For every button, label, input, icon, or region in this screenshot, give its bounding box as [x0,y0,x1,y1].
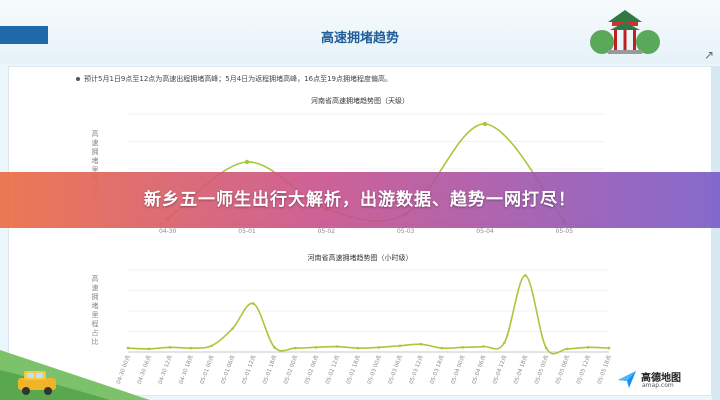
chart-title-daily: 河南省高速拥堵趋势图（天级） [311,97,409,105]
side-strip [712,66,720,400]
amap-logo-icon [618,371,636,388]
x-tick-label: 05-01 06点 [220,354,237,385]
data-point [189,346,193,350]
x-tick-label: 05-05 12点 [575,354,592,385]
x-tick-label: 05-03 18点 [429,354,446,385]
data-point [273,346,276,349]
data-point [252,302,255,305]
bullet-icon [76,77,80,81]
pavilion-icon [590,10,660,54]
amap-logo: 高德地图 amap.com [616,364,714,394]
x-tick-label: 04-30 12点 [157,354,174,385]
x-tick-label: 05-03 00点 [366,354,383,385]
series-line [127,274,610,355]
data-point [482,121,488,127]
data-point [314,346,318,349]
x-tick-label: 05-02 06点 [303,354,320,385]
amap-logo-url: amap.com [642,382,674,389]
x-tick-label: 05-02 00点 [282,354,299,385]
x-tick-label: 05-04 18点 [512,354,529,385]
data-point [210,344,213,348]
x-tick-label: 05-01 18点 [261,354,278,385]
data-point [398,344,402,348]
x-tick-label: 05-01 00点 [199,354,216,385]
car-icon [18,371,56,395]
x-tick-label: 05-03 [397,228,415,235]
x-tick-label: 05-05 06点 [554,354,571,385]
x-tick-label: 05-05 [556,228,574,235]
expand-icon[interactable]: ↗ [702,48,716,62]
x-tick-label: 05-04 06点 [470,354,487,385]
data-point [461,346,464,349]
x-tick-label: 05-05 18点 [596,354,613,385]
x-tick-label: 05-04 12点 [491,354,508,385]
x-tick-label: 05-02 18点 [345,354,362,385]
x-tick-label: 05-01 [238,228,256,235]
forecast-note: 预计5月1日9点至12点为高速出程拥堵高峰；5月4日为返程拥堵高峰，16点至19… [84,75,392,83]
x-tick-label: 05-02 [318,228,336,235]
x-tick-label: 05-03 06点 [387,354,404,385]
data-point [586,346,590,349]
x-tick-label: 04-30 18点 [178,354,195,385]
x-tick-label: 05-03 12点 [408,354,425,385]
header-bar: 高速拥堵趋势 ↗ [0,0,720,64]
x-tick-label: 05-02 12点 [324,354,341,385]
data-point [231,327,234,330]
x-tick-label: 05-04 [476,228,494,235]
headline-banner: 新乡五一师生出行大解析，出游数据、趋势一网打尽！ [0,172,720,228]
data-point [294,346,297,350]
headline-text: 新乡五一师生出行大解析，出游数据、趋势一网打尽！ [144,190,576,210]
x-tick-label: 05-05 00点 [533,354,550,385]
data-point [335,345,339,348]
data-point [377,346,381,349]
header-tab-accent [0,26,48,44]
data-point [440,346,443,350]
data-point [544,346,548,350]
x-tick-label: 05-04 00点 [450,354,467,385]
data-point [168,346,172,349]
x-tick-label: 05-01 12点 [240,354,257,385]
x-tick-label: 04-30 [159,228,177,235]
data-point [244,159,250,165]
data-point [524,274,527,277]
hourly-congestion-chart: 04-30 00点 04-30 06点 04-30 12点 04-30 18点 05-0… [115,269,613,385]
data-point [482,345,485,348]
page-title: 高速拥堵趋势 [320,31,399,46]
chart-title-hourly: 河南省高速拥堵趋势图（小时级） [307,254,413,262]
data-point [356,346,360,350]
data-point [503,341,506,344]
data-point [565,347,569,351]
data-point [607,346,611,350]
data-point [419,342,423,346]
